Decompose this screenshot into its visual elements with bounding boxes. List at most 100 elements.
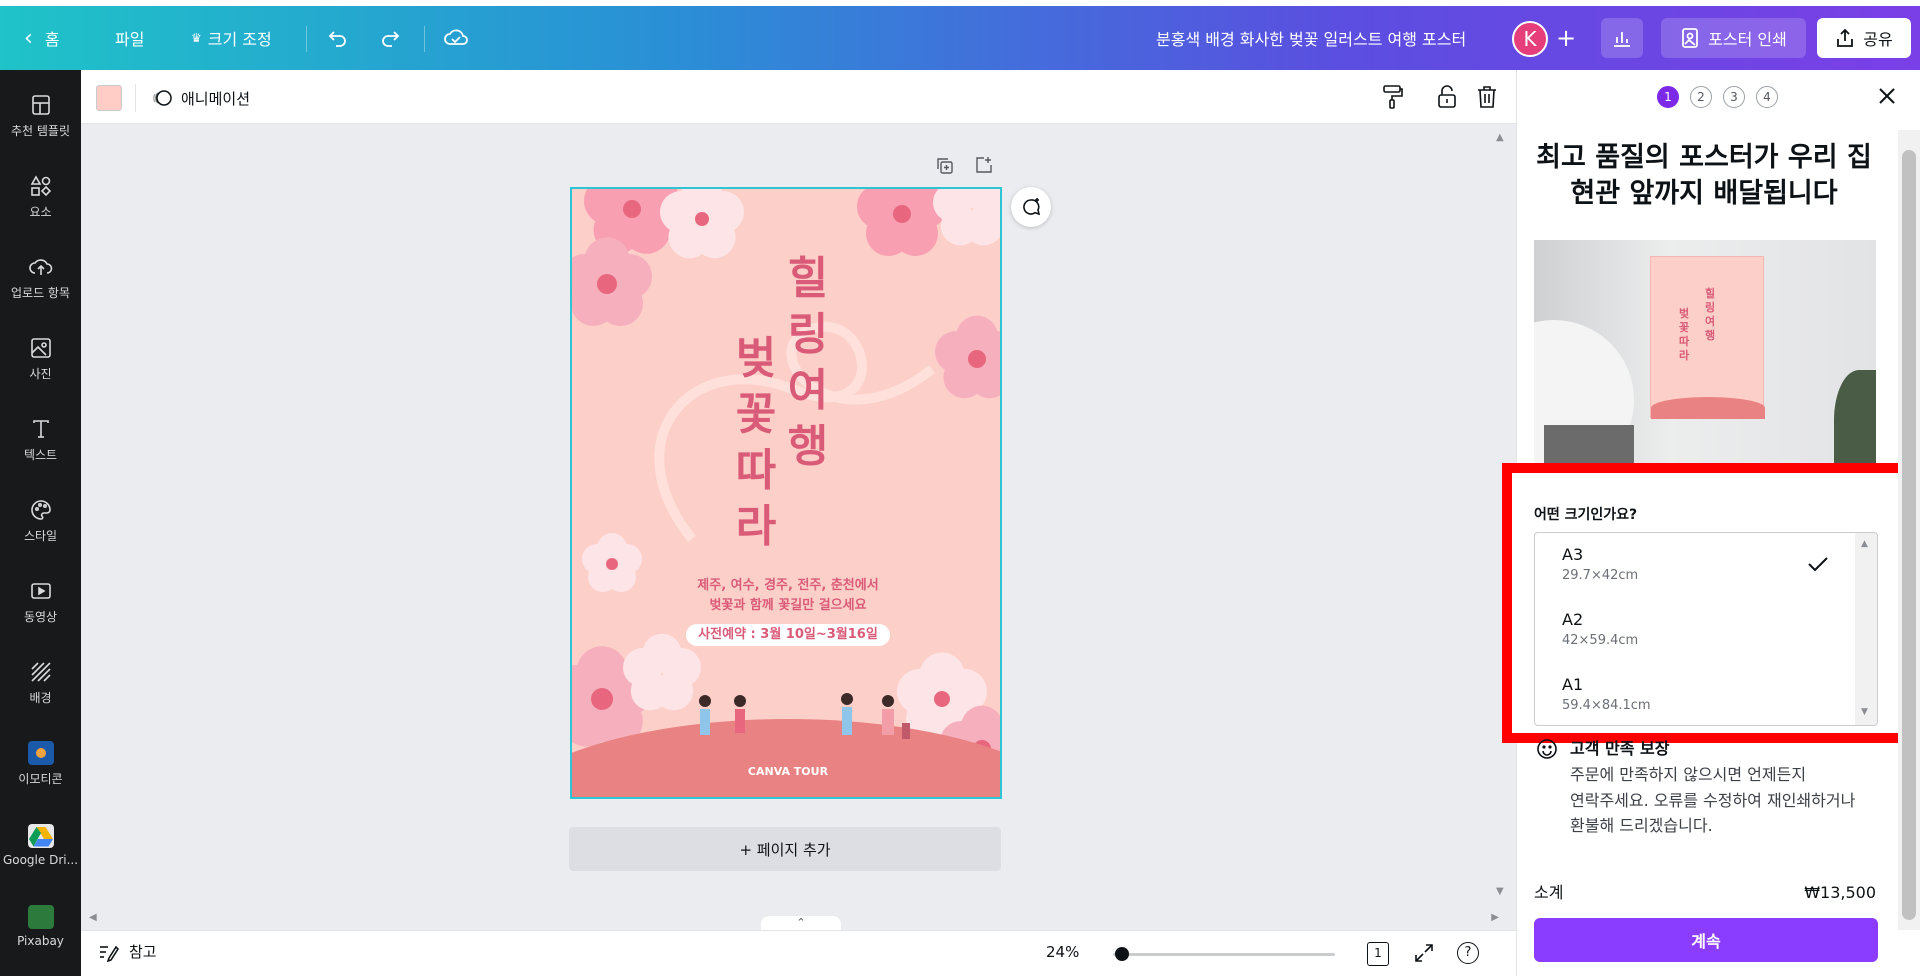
text-icon bbox=[32, 420, 49, 438]
step-1[interactable]: 1 bbox=[1657, 86, 1679, 108]
sidebar-item-emoji[interactable]: 이모티콘 bbox=[0, 726, 81, 802]
sidebar-item-label: 업로드 항목 bbox=[10, 286, 70, 300]
step-3[interactable]: 3 bbox=[1723, 86, 1745, 108]
print-poster-button[interactable]: 포스터 인쇄 bbox=[1661, 18, 1806, 58]
divider bbox=[306, 26, 307, 52]
size-name: A1 bbox=[1562, 675, 1584, 694]
sidebar-item-label: 이모티콘 bbox=[18, 772, 63, 786]
sidebar-item-label: 스타일 bbox=[23, 529, 58, 543]
poster-char: 행 bbox=[787, 421, 829, 472]
size-option-a2[interactable]: A2 42×59.4cm bbox=[1535, 598, 1851, 662]
continue-button[interactable]: 계속 bbox=[1534, 918, 1878, 962]
template-icon bbox=[31, 95, 50, 115]
background-icon bbox=[30, 662, 51, 682]
scroll-up-icon[interactable]: ▲ bbox=[1496, 132, 1504, 143]
size-dims: 42×59.4cm bbox=[1562, 633, 1639, 648]
add-page-button[interactable]: + 페이지 추가 bbox=[569, 827, 1001, 871]
poster-footer: CANVA TOUR bbox=[747, 765, 829, 778]
guarantee-title: 고객 만족 보장 bbox=[1570, 739, 1670, 758]
poster-subtitle-1: 제주, 여수, 경주, 전주, 춘천에서 bbox=[697, 578, 879, 593]
scroll-down-icon[interactable]: ▼ bbox=[1496, 886, 1504, 897]
poster-page[interactable]: 힐 링 여 행 벚 꽃 따 라 제주, 여수, 경주, 전주, 춘천에서 벚꽃과… bbox=[570, 187, 1002, 799]
duplicate-page-icon[interactable] bbox=[935, 156, 955, 180]
sidebar-item-styles[interactable]: 스타일 bbox=[0, 483, 81, 559]
close-icon[interactable] bbox=[1877, 86, 1897, 110]
zoom-slider[interactable] bbox=[1113, 947, 1335, 961]
scroll-down-icon[interactable]: ▼ bbox=[1861, 707, 1868, 717]
poster-title-left: 벚 꽃 따 라 bbox=[728, 331, 784, 555]
add-collaborator-icon[interactable]: + bbox=[1556, 6, 1576, 70]
resize-label: 크기 조정 bbox=[207, 30, 272, 49]
sidebar-item-text[interactable]: 텍스트 bbox=[0, 402, 81, 478]
poster-char: 꽃 bbox=[735, 389, 777, 440]
step-4[interactable]: 4 bbox=[1756, 86, 1778, 108]
scroll-right-icon[interactable]: ▶ bbox=[1491, 912, 1499, 923]
poster-preview-image: 힐링여행 벚꽃따라 bbox=[1534, 240, 1876, 470]
cloud-save-icon[interactable] bbox=[443, 6, 469, 70]
share-label: 공유 bbox=[1863, 30, 1893, 49]
sidebar-item-elements[interactable]: 요소 bbox=[0, 159, 81, 235]
sidebar-item-uploads[interactable]: 업로드 항목 bbox=[0, 240, 81, 316]
fullscreen-icon[interactable] bbox=[1413, 942, 1435, 968]
emoji-app-icon bbox=[27, 741, 54, 765]
checkmark-icon bbox=[1808, 557, 1828, 572]
poster-booking-badge: 사전예약 : 3월 10일~3월16일 bbox=[686, 624, 890, 646]
sidebar: 추천 템플릿 요소 업로드 항목 사진 텍스트 스타일 동영상 배경 이모티콘 … bbox=[0, 70, 81, 976]
zoom-slider-handle[interactable] bbox=[1115, 947, 1130, 961]
dropdown-scrollbar[interactable]: ▲ ▼ bbox=[1855, 533, 1877, 725]
sidebar-item-templates[interactable]: 추천 템플릿 bbox=[0, 78, 81, 154]
sidebar-item-photos[interactable]: 사진 bbox=[0, 321, 81, 397]
background-color-swatch[interactable] bbox=[96, 85, 122, 111]
poster-char: 힐 bbox=[787, 253, 829, 304]
subtotal-value: ₩13,500 bbox=[1804, 883, 1876, 902]
poster-char: 따 bbox=[735, 445, 777, 496]
add-comment-button[interactable] bbox=[1011, 187, 1051, 227]
bottom-bar: 참고 24% 1 ? bbox=[81, 930, 1516, 976]
insights-button[interactable] bbox=[1601, 18, 1643, 58]
scroll-left-icon[interactable]: ◀ bbox=[89, 912, 97, 923]
paint-roller-icon[interactable] bbox=[1381, 84, 1405, 114]
document-title[interactable]: 분홍색 배경 화사한 벚꽃 일러스트 여행 포스터 bbox=[1156, 6, 1466, 70]
size-option-a3[interactable]: A3 29.7×42cm bbox=[1535, 533, 1851, 597]
size-name: A2 bbox=[1562, 610, 1584, 629]
notes-button[interactable]: 참고 bbox=[97, 941, 157, 962]
scroll-up-icon[interactable]: ▲ bbox=[1861, 539, 1868, 549]
animation-button[interactable]: 애니메이션 bbox=[151, 84, 250, 112]
sidebar-item-video[interactable]: 동영상 bbox=[0, 564, 81, 640]
file-menu[interactable]: 파일 bbox=[115, 6, 144, 70]
subtotal-label: 소계 bbox=[1534, 883, 1564, 902]
size-option-a1[interactable]: A1 59.4×84.1cm bbox=[1535, 663, 1851, 725]
add-page-icon[interactable] bbox=[974, 155, 994, 179]
share-button[interactable]: 공유 bbox=[1817, 18, 1911, 58]
trash-icon[interactable] bbox=[1476, 84, 1498, 114]
palette-icon bbox=[30, 500, 51, 520]
size-dims: 59.4×84.1cm bbox=[1562, 698, 1651, 713]
home-button[interactable]: ‹ 홈 bbox=[24, 6, 60, 70]
sidebar-item-label: Pixabay bbox=[17, 933, 64, 948]
sidebar-item-background[interactable]: 배경 bbox=[0, 645, 81, 721]
show-pages-toggle[interactable]: ⌃ bbox=[761, 916, 841, 930]
page-count-button[interactable]: 1 bbox=[1367, 942, 1389, 966]
guarantee-text-1: 주문에 만족하지 않으시면 언제든지 bbox=[1570, 765, 1807, 784]
poster-icon bbox=[1682, 28, 1699, 48]
panel-scrollbar-thumb[interactable] bbox=[1902, 150, 1916, 920]
elements-icon bbox=[30, 175, 51, 197]
help-icon[interactable]: ? bbox=[1457, 942, 1479, 964]
avatar[interactable]: K bbox=[1512, 21, 1548, 57]
guarantee-text-3: 환불해 드리겠습니다. bbox=[1570, 816, 1713, 835]
resize-button[interactable]: ♛ 크기 조정 bbox=[191, 6, 272, 70]
redo-icon[interactable] bbox=[378, 6, 402, 70]
animation-icon bbox=[153, 90, 172, 106]
step-2[interactable]: 2 bbox=[1690, 86, 1712, 108]
poster-char: 라 bbox=[735, 501, 777, 552]
upload-icon bbox=[28, 259, 52, 275]
sidebar-item-pixabay[interactable]: Pixabay bbox=[0, 888, 81, 964]
sidebar-item-label: 텍스트 bbox=[23, 448, 58, 462]
size-dropdown-list[interactable]: A3 29.7×42cm A2 42×59.4cm A1 59.4×84.1cm… bbox=[1534, 532, 1878, 726]
undo-icon[interactable] bbox=[326, 6, 350, 70]
notes-label: 참고 bbox=[129, 943, 157, 961]
poster-char: 링 bbox=[787, 309, 829, 360]
sidebar-item-google-drive[interactable]: Google Dri... bbox=[0, 807, 81, 883]
zoom-level[interactable]: 24% bbox=[1046, 943, 1079, 961]
lock-icon[interactable] bbox=[1436, 84, 1458, 114]
